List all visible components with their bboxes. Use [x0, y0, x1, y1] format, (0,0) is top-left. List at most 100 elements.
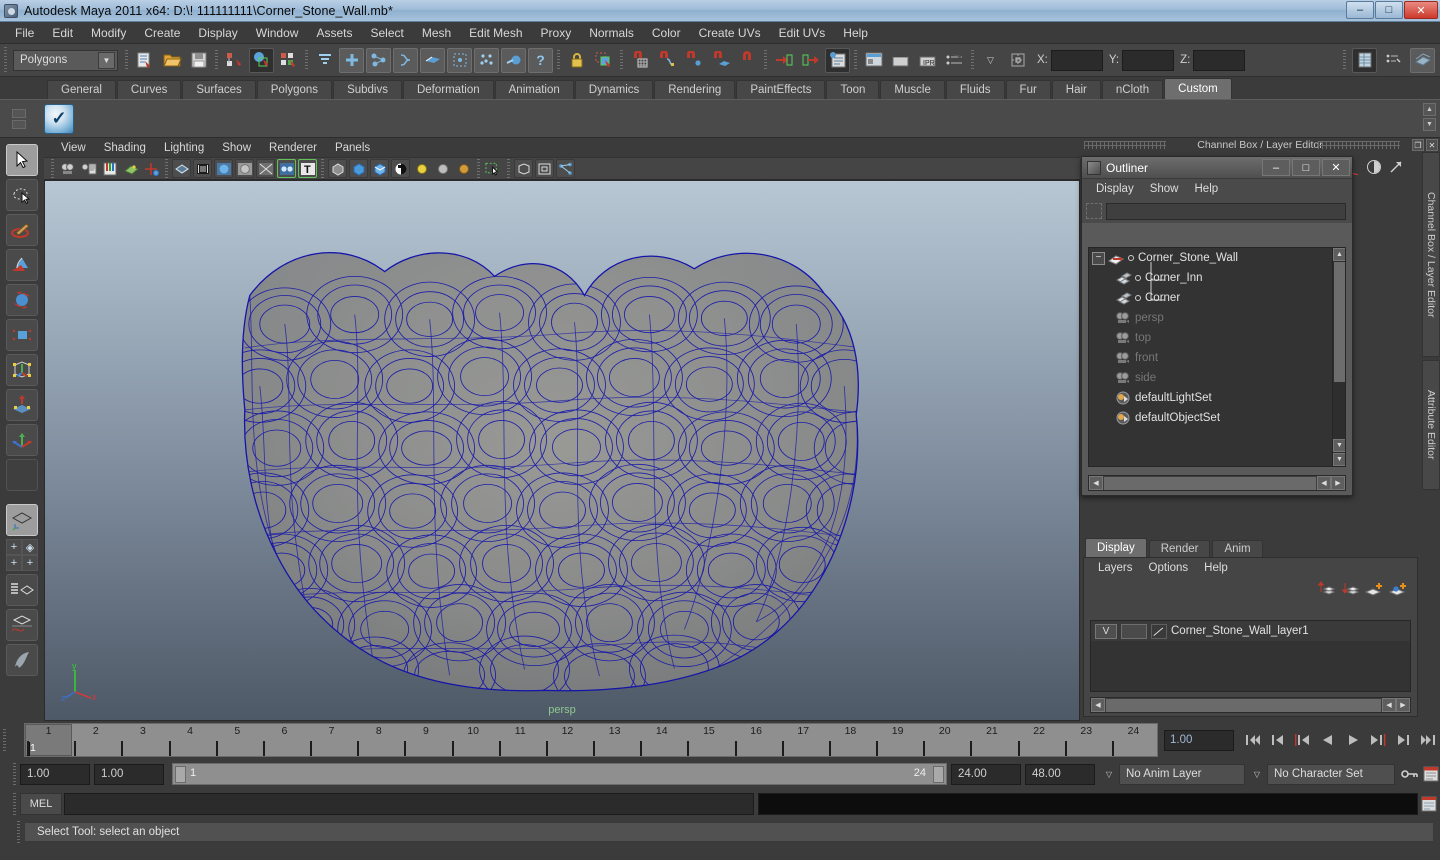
render-current-frame-icon[interactable] [861, 47, 886, 73]
save-scene-icon[interactable] [186, 47, 211, 73]
universal-manipulator-tool[interactable] [6, 354, 38, 386]
select-mask-surfaces-icon[interactable] [420, 47, 445, 73]
maximize-button[interactable]: □ [1375, 1, 1403, 19]
playback-start-time-field[interactable]: 1.00 [94, 763, 164, 785]
outliner-item-front[interactable]: front [1089, 348, 1345, 368]
layer-visibility-toggle[interactable]: V [1095, 623, 1117, 639]
shelf-tab-fur[interactable]: Fur [1005, 80, 1051, 99]
shelf-item-check-icon[interactable]: ✓ [44, 103, 74, 134]
checker-display-icon[interactable] [391, 159, 410, 178]
select-by-hierarchy-icon[interactable] [222, 47, 247, 73]
lasso-select-tool[interactable] [6, 179, 38, 211]
layout-quad-br-icon[interactable]: + [22, 555, 38, 571]
construction-history-icon[interactable] [825, 47, 850, 73]
shelf-tab-deformation[interactable]: Deformation [402, 80, 494, 99]
move-tool[interactable] [6, 249, 38, 281]
menu-mesh[interactable]: Mesh [413, 24, 460, 42]
four-view-layout[interactable]: + ◈ + + [6, 539, 38, 571]
menu-edit[interactable]: Edit [43, 24, 82, 42]
shelf-tab-polygons[interactable]: Polygons [256, 80, 333, 99]
outliner-item-corner-inn[interactable]: Corner_Inn [1089, 268, 1345, 288]
coord-x-field[interactable] [1050, 49, 1103, 71]
layer-row[interactable]: V Corner_Stone_Wall_layer1 [1091, 621, 1410, 641]
no-sub-smooth-icon[interactable] [514, 159, 533, 178]
rotate-tool[interactable] [6, 284, 38, 316]
outliner-title-bar[interactable]: Outliner – □ ✕ [1082, 157, 1352, 179]
xray-mode-icon[interactable] [277, 159, 296, 178]
shelf-tab-hair[interactable]: Hair [1051, 80, 1101, 99]
move-layer-down-icon[interactable] [1341, 581, 1360, 597]
character-set-dropdown-icon[interactable]: ▽ [1247, 764, 1267, 785]
animation-start-time-field[interactable]: 1.00 [20, 763, 90, 785]
step-back-key-button[interactable] [1265, 728, 1290, 752]
bookmarks-icon[interactable] [100, 159, 119, 178]
go-to-start-button[interactable] [1240, 728, 1265, 752]
menu-color[interactable]: Color [643, 24, 690, 42]
scrollbar-thumb[interactable] [1334, 262, 1345, 382]
shelf-tab-rendering[interactable]: Rendering [654, 80, 736, 99]
snap-to-view-plane-icon[interactable] [735, 47, 760, 73]
show-attribute-editor-icon[interactable] [1381, 47, 1406, 73]
viewport-menu-show[interactable]: Show [213, 141, 260, 155]
viewport-menu-shading[interactable]: Shading [95, 141, 155, 155]
render-sequence-icon[interactable] [888, 47, 913, 73]
outliner-menu-show[interactable]: Show [1142, 182, 1187, 196]
select-mask-curves-icon[interactable] [393, 47, 418, 73]
range-row-grip[interactable] [10, 763, 20, 785]
viewport-menu-lighting[interactable]: Lighting [155, 141, 213, 155]
perspective-viewport[interactable]: y x z persp [44, 180, 1080, 721]
layer-menu-options[interactable]: Options [1141, 561, 1197, 575]
select-by-component-type-icon[interactable] [276, 47, 301, 73]
outliner-close-button[interactable]: ✕ [1322, 159, 1350, 176]
scroll-left-icon-2[interactable]: ◀ [1382, 698, 1396, 712]
close-button[interactable]: ✕ [1404, 1, 1438, 19]
scroll-left-icon[interactable]: ◀ [1091, 698, 1105, 712]
isolate-select-icon[interactable] [328, 159, 347, 178]
layout-quad-tl-icon[interactable]: + [6, 539, 22, 555]
menu-window[interactable]: Window [247, 24, 308, 42]
persp-graph-layout[interactable] [6, 609, 38, 641]
character-set-selector[interactable]: No Character Set [1267, 763, 1395, 785]
new-scene-icon[interactable] [132, 47, 157, 73]
command-row-grip[interactable] [10, 793, 20, 815]
outliner-persp-layout[interactable] [6, 574, 38, 606]
absolute-relative-transform-icon[interactable] [1005, 47, 1030, 73]
outliner-maximize-button[interactable]: □ [1292, 159, 1320, 176]
current-time-field[interactable]: 1.00 [1164, 729, 1234, 751]
shelf-tab-subdivs[interactable]: Subdivs [333, 80, 402, 99]
anim-layer-dropdown-icon[interactable]: ▽ [1099, 764, 1119, 785]
dock-grip-left[interactable] [1084, 141, 1166, 149]
chevron-up-icon[interactable]: ▲ [1423, 103, 1436, 116]
shelf-tab-dynamics[interactable]: Dynamics [574, 80, 654, 99]
menu-create-uvs[interactable]: Create UVs [690, 24, 770, 42]
outliner-minimize-button[interactable]: – [1262, 159, 1290, 176]
ipr-render-icon[interactable]: IPR [915, 47, 940, 73]
lock-selection-icon[interactable] [564, 47, 589, 73]
text-display-icon[interactable]: T [298, 159, 317, 178]
go-to-end-button[interactable] [1415, 728, 1440, 752]
menu-file[interactable]: File [6, 24, 43, 42]
layer-tab-anim[interactable]: Anim [1212, 540, 1263, 557]
range-end-handle[interactable] [933, 766, 944, 783]
shadows-icon[interactable] [256, 159, 275, 178]
scroll-left-icon-2[interactable]: ◀ [1317, 476, 1331, 490]
render-settings-icon[interactable] [942, 47, 967, 73]
outliner-item-top[interactable]: top [1089, 328, 1345, 348]
layer-tab-display[interactable]: Display [1085, 538, 1147, 557]
shelf-tab-general[interactable]: General [47, 80, 116, 99]
light-yellow-icon[interactable] [412, 159, 431, 178]
input-connections-icon[interactable] [771, 47, 796, 73]
shelf-tab-custom[interactable]: Custom [1164, 78, 1232, 99]
show-tool-settings-icon[interactable] [1410, 47, 1435, 73]
outliner-item-persp[interactable]: persp [1089, 308, 1345, 328]
playback-end-time-field[interactable]: 24.00 [951, 763, 1021, 785]
use-all-lights-icon[interactable] [235, 159, 254, 178]
auto-key-icon[interactable] [1401, 766, 1419, 782]
play-forwards-button[interactable] [1340, 728, 1365, 752]
maya-logo[interactable] [6, 644, 38, 676]
layer-tab-render[interactable]: Render [1148, 540, 1211, 557]
snap-to-projected-center-icon[interactable] [708, 47, 733, 73]
menu-set-selector[interactable]: Polygons ▼ [13, 49, 118, 71]
shelf-scroll-arrows[interactable]: ▲ ▼ [1423, 103, 1436, 131]
expander-icon[interactable]: − [1092, 251, 1105, 265]
